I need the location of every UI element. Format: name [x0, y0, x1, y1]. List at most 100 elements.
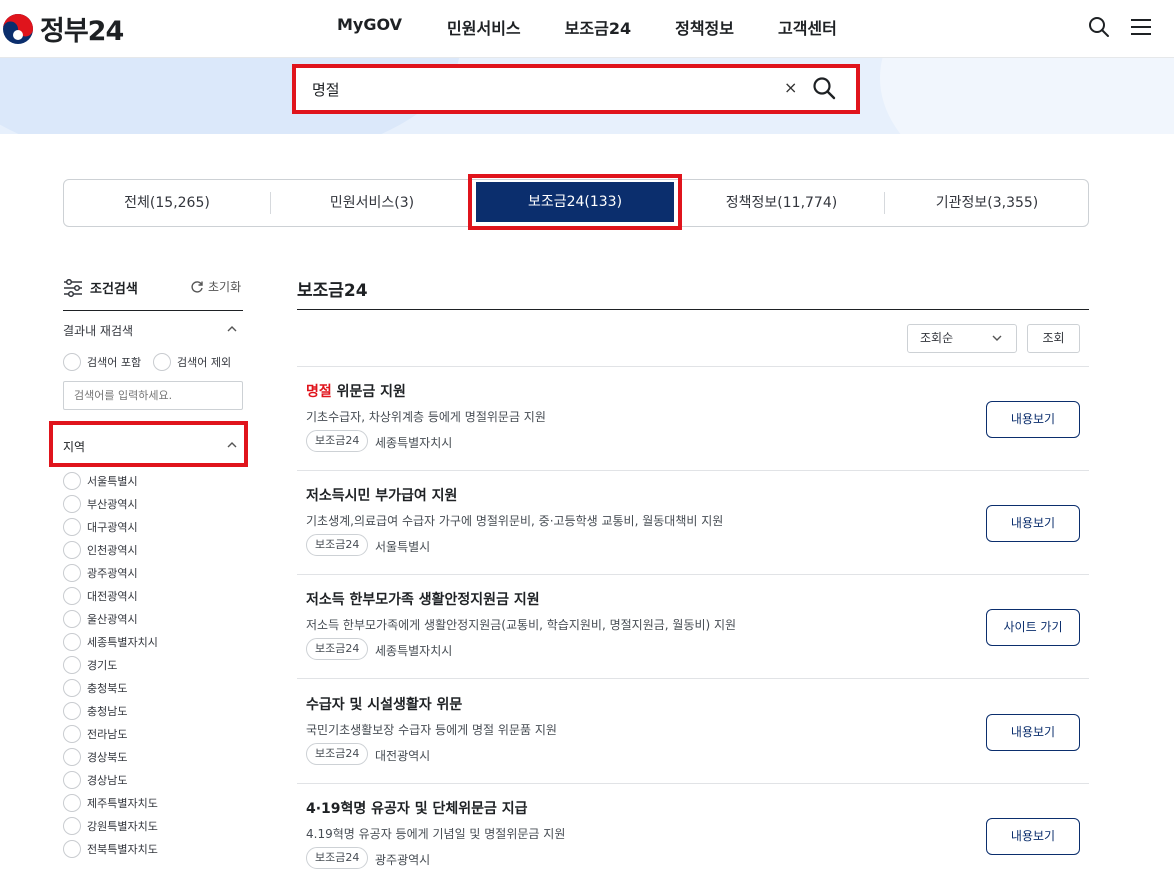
chevron-up-icon[interactable] — [227, 324, 237, 334]
clear-search-button[interactable]: × — [784, 78, 797, 97]
chevron-up-icon[interactable] — [227, 440, 237, 450]
radio-button[interactable] — [63, 678, 81, 697]
region-option[interactable]: 부산광역시 — [63, 492, 158, 515]
result-region: 세종특별자치시 — [375, 436, 453, 450]
view-details-button[interactable]: 내용보기 — [986, 505, 1080, 542]
radio-button[interactable] — [63, 609, 81, 628]
region-option[interactable]: 강원특별자치도 — [63, 814, 158, 837]
radio-button[interactable] — [63, 586, 81, 605]
region-option[interactable]: 충청남도 — [63, 699, 158, 722]
radio-button[interactable] — [63, 724, 81, 743]
result-region: 서울특별시 — [375, 540, 431, 554]
tab-civil-service[interactable]: 민원서비스(3) — [271, 180, 473, 226]
result-description: 기초생계,의료급여 수급자 가구에 명절위문비, 중·고등학생 교통비, 월동대… — [306, 514, 724, 528]
region-section-label[interactable]: 지역 — [63, 438, 85, 455]
region-option[interactable]: 세종특별자치시 — [63, 630, 158, 653]
radio-button[interactable] — [63, 563, 81, 582]
go-to-site-button[interactable]: 사이트 가기 — [986, 609, 1080, 646]
region-label: 부산광역시 — [87, 497, 138, 511]
exclude-keyword-option[interactable]: 검색어 제외 — [153, 353, 231, 371]
nav-civil-service[interactable]: 민원서비스 — [447, 15, 521, 39]
radio-button[interactable] — [63, 632, 81, 651]
include-keyword-option[interactable]: 검색어 포함 — [63, 353, 141, 371]
tab-subsidy24[interactable]: 보조금24(133) — [476, 182, 674, 222]
region-option[interactable]: 대전광역시 — [63, 584, 158, 607]
radio-button[interactable] — [63, 839, 81, 858]
radio-button[interactable] — [63, 471, 81, 490]
result-title[interactable]: 저소득시민 부가급여 지원 — [306, 485, 457, 505]
nav-policy-info[interactable]: 정책정보 — [675, 15, 734, 39]
region-label: 경기도 — [87, 658, 118, 672]
tab-policy-info[interactable]: 정책정보(11,774) — [679, 180, 884, 226]
radio-button[interactable] — [63, 793, 81, 812]
result-item: 저소득 한부모가족 생활안정지원금 지원 저소득 한부모가족에게 생활안정지원금… — [297, 575, 1089, 679]
result-item: 4·19혁명 유공자 및 단체위문금 지급 4.19혁명 유공자 등에게 기념일… — [297, 784, 1089, 871]
region-option[interactable]: 광주광역시 — [63, 561, 158, 584]
region-option[interactable]: 서울특별시 — [63, 469, 158, 492]
region-label: 대전광역시 — [87, 589, 138, 603]
radio-button[interactable] — [63, 540, 81, 559]
region-option[interactable]: 대구광역시 — [63, 515, 158, 538]
region-option[interactable]: 전라남도 — [63, 722, 158, 745]
filter-title: 조건검색 — [63, 278, 138, 297]
research-section-label[interactable]: 결과내 재검색 — [63, 322, 133, 339]
nav-mygov[interactable]: MyGOV — [337, 15, 402, 39]
region-option[interactable]: 전북특별자치도 — [63, 837, 158, 860]
filter-sliders-icon — [64, 278, 82, 297]
result-tag: 보조금24 — [306, 743, 369, 765]
tab-agency-info[interactable]: 기관정보(3,355) — [885, 180, 1089, 226]
region-label: 충청남도 — [87, 704, 128, 718]
region-label: 광주광역시 — [87, 566, 138, 580]
search-icon[interactable] — [1087, 15, 1111, 39]
region-option[interactable]: 경상북도 — [63, 745, 158, 768]
search-submit-icon[interactable] — [812, 76, 836, 100]
menu-icon[interactable] — [1129, 15, 1153, 39]
radio-button[interactable] — [63, 655, 81, 674]
region-label: 울산광역시 — [87, 612, 138, 626]
region-list: 서울특별시 부산광역시 대구광역시 인천광역시 광주광역시 대전광역시 울산광역… — [63, 469, 158, 860]
result-tag: 보조금24 — [306, 847, 369, 869]
sort-select[interactable]: 조회순 — [907, 324, 1017, 353]
radio-button[interactable] — [63, 353, 81, 371]
radio-button[interactable] — [63, 701, 81, 720]
result-tag: 보조금24 — [306, 534, 369, 556]
result-title-text: 수급자 및 시설생활자 위문 — [306, 697, 463, 713]
site-logo[interactable]: 정부24 — [2, 9, 124, 48]
result-title-text: 4·19혁명 유공자 및 단체위문금 지급 — [306, 801, 528, 817]
search-input[interactable] — [312, 68, 752, 110]
result-region: 대전광역시 — [375, 749, 431, 763]
region-option[interactable]: 경기도 — [63, 653, 158, 676]
sort-apply-button[interactable]: 조회 — [1027, 324, 1080, 353]
result-title[interactable]: 저소득 한부모가족 생활안정지원금 지원 — [306, 589, 540, 609]
reset-button[interactable]: 초기화 — [190, 278, 241, 295]
radio-button[interactable] — [63, 494, 81, 513]
reset-label: 초기화 — [208, 280, 242, 294]
region-option[interactable]: 울산광역시 — [63, 607, 158, 630]
result-title[interactable]: 수급자 및 시설생활자 위문 — [306, 694, 462, 714]
region-option[interactable]: 충청북도 — [63, 676, 158, 699]
radio-button[interactable] — [63, 517, 81, 536]
tab-all[interactable]: 전체(15,265) — [64, 180, 270, 226]
sidebar-divider — [63, 310, 243, 311]
chevron-down-icon — [992, 335, 1002, 341]
result-title[interactable]: 4·19혁명 유공자 및 단체위문금 지급 — [306, 798, 527, 818]
region-option[interactable]: 제주특별자치도 — [63, 791, 158, 814]
view-details-button[interactable]: 내용보기 — [986, 714, 1080, 751]
result-tag: 보조금24 — [306, 430, 369, 452]
region-option[interactable]: 인천광역시 — [63, 538, 158, 561]
radio-button[interactable] — [153, 353, 171, 371]
region-label: 제주특별자치도 — [87, 796, 158, 810]
region-label: 경상남도 — [87, 773, 128, 787]
view-details-button[interactable]: 내용보기 — [986, 401, 1080, 438]
result-title[interactable]: 명절 위문금 지원 — [306, 381, 406, 401]
research-input[interactable] — [63, 381, 243, 410]
result-description: 기초수급자, 차상위계층 등에게 명절위문금 지원 — [306, 410, 546, 424]
view-details-button[interactable]: 내용보기 — [986, 818, 1080, 855]
nav-customer-center[interactable]: 고객센터 — [778, 15, 837, 39]
result-region: 세종특별자치시 — [375, 644, 453, 658]
region-option[interactable]: 경상남도 — [63, 768, 158, 791]
radio-button[interactable] — [63, 747, 81, 766]
radio-button[interactable] — [63, 816, 81, 835]
radio-button[interactable] — [63, 770, 81, 789]
nav-subsidy24[interactable]: 보조금24 — [565, 15, 631, 39]
